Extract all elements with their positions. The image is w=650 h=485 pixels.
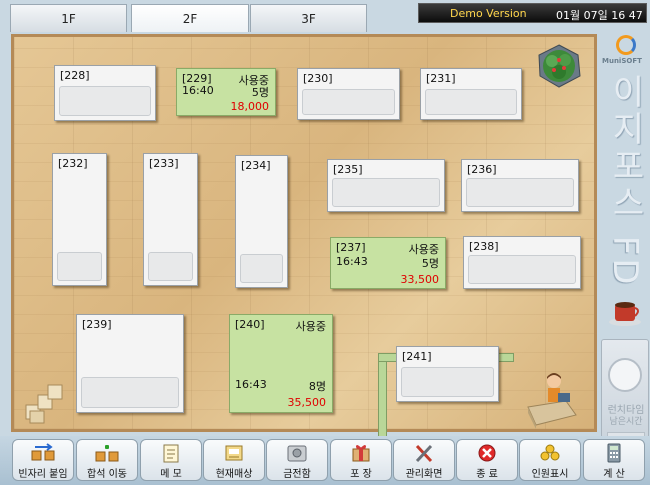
package-button[interactable]: 포 장 bbox=[330, 439, 392, 481]
table-234[interactable]: [234] bbox=[235, 155, 288, 288]
brand-label: MuniSOFT bbox=[602, 57, 642, 65]
tools-icon bbox=[415, 444, 433, 463]
table-top bbox=[302, 89, 395, 115]
tab-2f[interactable]: 2F bbox=[131, 4, 249, 32]
table-top bbox=[148, 252, 193, 281]
table-guests: 5명 bbox=[251, 86, 269, 99]
button-label: 메 모 bbox=[160, 469, 182, 480]
demo-version-label: Demo Version bbox=[450, 7, 527, 20]
memo-button[interactable]: 메 모 bbox=[140, 439, 202, 481]
table-top bbox=[401, 367, 494, 397]
cash-drawer-button[interactable]: 금전함 bbox=[266, 439, 328, 481]
calculator-icon bbox=[607, 443, 621, 463]
join-tables-icon bbox=[31, 443, 55, 461]
button-label: 관리화면 bbox=[405, 469, 443, 480]
tab-1f[interactable]: 1F bbox=[10, 4, 127, 32]
table-number: [234] bbox=[241, 159, 271, 172]
table-top bbox=[240, 254, 283, 283]
table-239[interactable]: [239] bbox=[76, 314, 184, 413]
cash-drawer-icon bbox=[287, 445, 307, 462]
table-number: [228] bbox=[60, 69, 90, 82]
join-empty-tables-button[interactable]: 빈자리 붙임 bbox=[12, 439, 74, 481]
button-label: 금전함 bbox=[283, 469, 311, 480]
table-guests: 8명 bbox=[308, 380, 326, 393]
table-number: [240] bbox=[235, 318, 265, 331]
button-label: 포 장 bbox=[350, 469, 372, 480]
table-number: [241] bbox=[402, 350, 432, 363]
table-230[interactable]: [230] bbox=[297, 68, 400, 120]
table-233[interactable]: [233] bbox=[143, 153, 198, 286]
bottom-toolbar: 빈자리 붙임 합석 이동 메 모 현재매상 금전함 포 장 관리화면 종 료 인… bbox=[0, 436, 650, 485]
table-amount: 35,500 bbox=[287, 396, 327, 409]
datetime-display: 01월 07일 16 47 bbox=[556, 9, 643, 22]
table-number: [238] bbox=[469, 240, 499, 253]
table-time: 16:43 bbox=[235, 378, 267, 391]
close-icon bbox=[478, 444, 496, 462]
table-number: [235] bbox=[333, 163, 363, 176]
cashier-icon bbox=[527, 373, 577, 429]
exit-button[interactable]: 종 료 bbox=[456, 439, 518, 481]
table-top bbox=[81, 377, 179, 408]
table-top bbox=[57, 252, 102, 281]
alarm-clock-icon bbox=[608, 358, 642, 392]
table-236[interactable]: [236] bbox=[461, 159, 579, 212]
munisoft-logo-icon bbox=[616, 35, 636, 55]
table-time: 16:43 bbox=[336, 255, 368, 268]
table-top bbox=[59, 86, 151, 116]
table-number: [231] bbox=[426, 72, 456, 85]
button-label: 계 산 bbox=[603, 469, 625, 480]
coins-icon bbox=[540, 444, 560, 461]
button-label: 현재매상 bbox=[215, 469, 253, 480]
table-status: 사용중 bbox=[295, 320, 326, 333]
combine-move-button[interactable]: 합석 이동 bbox=[76, 439, 138, 481]
current-sales-button[interactable]: 현재매상 bbox=[203, 439, 265, 481]
package-icon bbox=[352, 445, 370, 462]
table-229[interactable]: [229] 사용중 16:40 5명 18,000 bbox=[176, 68, 276, 116]
table-241[interactable]: [241] bbox=[396, 346, 499, 402]
show-headcount-button[interactable]: 인원표시 bbox=[519, 439, 581, 481]
move-seats-icon bbox=[95, 445, 119, 462]
button-label: 인원표시 bbox=[531, 469, 569, 480]
table-top bbox=[468, 255, 576, 284]
current-sales-icon bbox=[225, 445, 243, 461]
table-amount: 33,500 bbox=[400, 273, 440, 286]
stacked-chairs-icon bbox=[25, 384, 63, 424]
side-panel: MuniSOFT 이지포스 FD 런치타임 남은시간 bbox=[601, 30, 649, 462]
remaining-time-label: 남은시간 bbox=[609, 417, 643, 427]
table-240[interactable]: [240] 사용중 16:43 8명 35,500 bbox=[229, 314, 333, 413]
app-title: 이지포스 FD bbox=[605, 74, 645, 288]
status-bar: Demo Version 01월 07일 16 47 bbox=[418, 3, 647, 23]
table-number: [236] bbox=[467, 163, 497, 176]
table-number: [237] bbox=[336, 241, 366, 254]
checkout-button[interactable]: 계 산 bbox=[583, 439, 645, 481]
table-238[interactable]: [238] bbox=[463, 236, 581, 289]
button-label: 합석 이동 bbox=[87, 469, 127, 480]
table-top bbox=[466, 178, 574, 207]
table-231[interactable]: [231] bbox=[420, 68, 522, 120]
table-amount: 18,000 bbox=[230, 100, 270, 113]
table-232[interactable]: [232] bbox=[52, 153, 107, 286]
tab-3f[interactable]: 3F bbox=[250, 4, 367, 32]
table-237[interactable]: [237] 사용중 16:43 5명 33,500 bbox=[330, 237, 446, 289]
table-top bbox=[332, 178, 440, 207]
table-number: [232] bbox=[58, 157, 88, 170]
table-number: [239] bbox=[82, 318, 112, 331]
floor-tabs: 1F 2F 3F bbox=[10, 4, 410, 32]
table-top bbox=[425, 89, 517, 115]
plant-icon bbox=[538, 44, 581, 88]
table-time: 16:40 bbox=[182, 84, 214, 97]
table-guests: 5명 bbox=[421, 257, 439, 270]
counter-bar bbox=[378, 353, 387, 446]
memo-icon bbox=[163, 444, 179, 463]
floor-plan: [228] [229] 사용중 16:40 5명 18,000 [230] [2… bbox=[11, 34, 597, 446]
admin-screen-button[interactable]: 관리화면 bbox=[393, 439, 455, 481]
button-label: 종 료 bbox=[476, 469, 498, 480]
table-228[interactable]: [228] bbox=[54, 65, 156, 121]
table-235[interactable]: [235] bbox=[327, 159, 445, 212]
table-number: [230] bbox=[303, 72, 333, 85]
button-label: 빈자리 붙임 bbox=[18, 469, 68, 480]
table-number: [233] bbox=[149, 157, 179, 170]
coffee-icon bbox=[609, 302, 641, 326]
